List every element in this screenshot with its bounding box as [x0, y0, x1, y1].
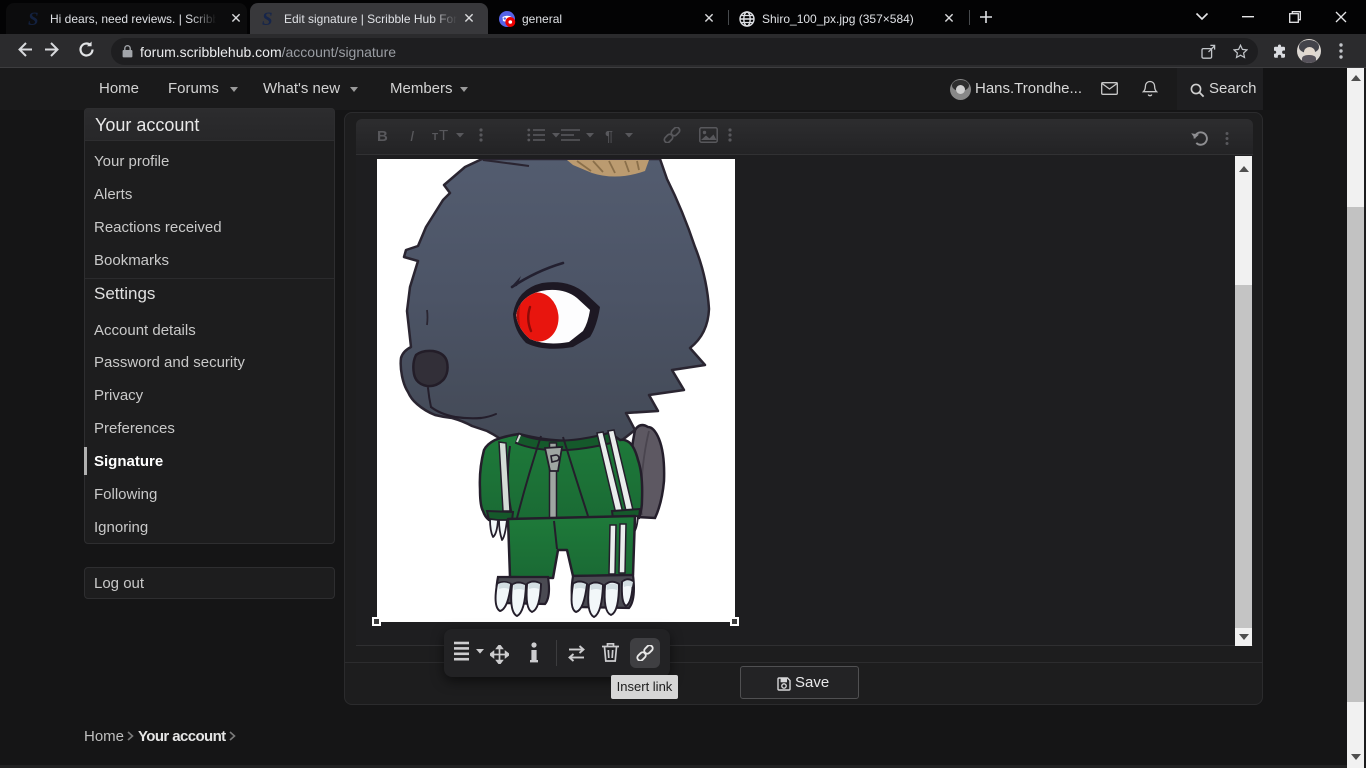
svg-text:I: I [410, 128, 414, 143]
svg-text:T: T [439, 127, 448, 143]
svg-text:S: S [262, 9, 273, 30]
svg-text:¶: ¶ [605, 128, 613, 143]
svg-text:B: B [377, 128, 388, 143]
svg-text:S: S [28, 9, 39, 30]
svg-text:T: T [432, 132, 438, 143]
